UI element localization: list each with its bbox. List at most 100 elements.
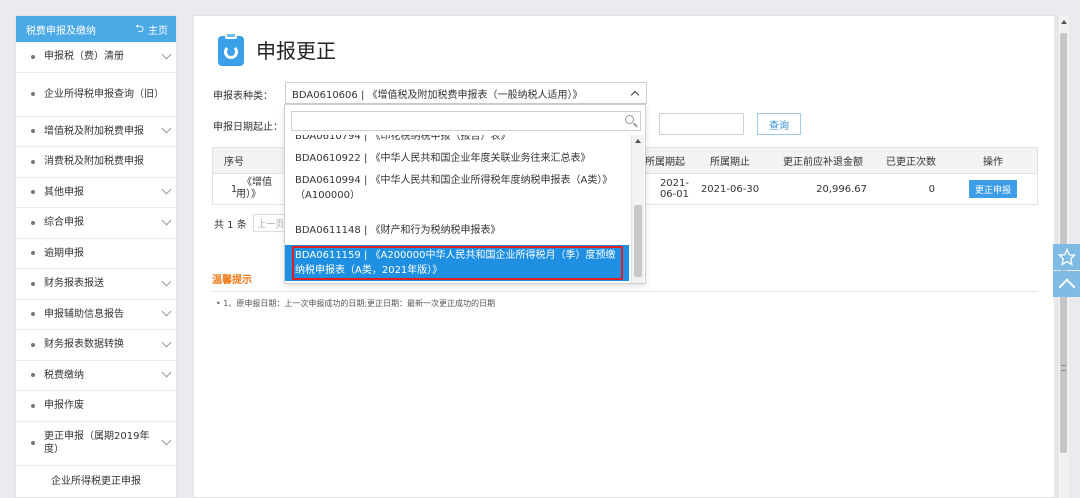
page-title: 申报更正 [256, 38, 336, 63]
tips-item-text: 1、原申报日期：上一次申报成功的日期;更正日期：最新一次更正成功的日期 [223, 299, 496, 308]
row-name-fragment-1: 《增值 [242, 177, 272, 188]
sidebar-item-declare-list[interactable]: 申报税（费）清册 [16, 42, 176, 73]
chevron-down-icon [161, 49, 172, 60]
date-end-input[interactable] [659, 113, 744, 135]
bullet-icon [31, 281, 35, 286]
sidebar-header: 税费申报及缴纳 ⮌ 主页 [16, 16, 176, 42]
sidebar-item-aux-info[interactable]: 申报辅助信息报告 [16, 300, 176, 330]
chevron-down-icon [161, 367, 172, 378]
tips-item: • 1、原申报日期：上一次申报成功的日期;更正日期：最新一次更正成功的日期 [216, 299, 496, 308]
favorite-button[interactable] [1053, 244, 1080, 270]
bullet-icon [31, 342, 35, 347]
bullet-icon [31, 129, 35, 134]
tips-title: 温馨提示 [212, 275, 252, 286]
row-count: 0 [928, 183, 935, 195]
bullet-icon [31, 373, 35, 378]
bullet-icon [31, 92, 35, 96]
back-arrow-icon: ⮌ [135, 21, 144, 35]
dropdown-options: BDA0610794 | 《印花税纳税申报（报告）表》 BDA0610922 |… [285, 135, 631, 283]
chevron-down-icon [161, 184, 172, 195]
sidebar-item-financial-report[interactable]: 财务报表报送 [16, 269, 176, 300]
sidebar-item-other[interactable]: 其他申报 [16, 178, 176, 208]
declaration-type-select[interactable]: BDA0610606 | 《增值税及附加税费申报表（一般纳税人适用）》 [285, 82, 647, 104]
dropdown-search-input[interactable] [291, 111, 641, 131]
row-period-start: 2021-06-01 [659, 178, 689, 200]
chevron-down-icon [161, 215, 172, 226]
type-selected-value: BDA0610606 | 《增值税及附加税费申报表（一般纳税人适用）》 [292, 89, 583, 101]
col-period-start: 所属期起 [645, 157, 685, 168]
sidebar-item-label: 增值税及附加税费申报 [44, 125, 144, 137]
col-amount: 更正前应补退金额 [783, 157, 863, 168]
date-label: 申报日期起止： [213, 122, 283, 133]
sidebar: 税费申报及缴纳 ⮌ 主页 申报税（费）清册 企业所得税申报查询（旧） 增值税及附… [15, 15, 177, 498]
sidebar-item-correction-2019[interactable]: 更正申报（属期2019年度） [16, 422, 176, 466]
chevron-down-icon [161, 276, 172, 287]
chevron-up-icon [1058, 278, 1075, 296]
bullet-icon [31, 251, 35, 256]
sidebar-item-label: 消费税及附加税费申报 [44, 156, 144, 168]
title-row: 申报更正 [216, 32, 336, 66]
scroll-thumb[interactable] [634, 205, 642, 277]
dropdown-scrollbar[interactable] [631, 135, 644, 283]
pager: 共 1 条 上一页 [214, 214, 289, 232]
sidebar-item-label: 申报作废 [44, 400, 84, 412]
pager-total: 共 1 条 [214, 219, 247, 231]
col-period-end: 所属期止 [710, 157, 750, 168]
bullet-icon [31, 403, 35, 408]
sidebar-item-data-convert[interactable]: 财务报表数据转换 [16, 330, 176, 361]
type-dropdown: BDA0610794 | 《印花税纳税申报（报告）表》 BDA0610922 |… [284, 104, 646, 284]
chevron-up-icon [630, 90, 640, 100]
correct-declaration-button[interactable]: 更正申报 [969, 180, 1017, 198]
bullet-icon [31, 54, 35, 59]
dropdown-option[interactable]: BDA0610994 | 《中华人民共和国企业所得税年度纳税申报表（A类）》（A… [285, 173, 625, 203]
search-icon [625, 115, 634, 124]
col-action: 操作 [983, 157, 1003, 168]
sidebar-item-void[interactable]: 申报作废 [16, 391, 176, 422]
home-link[interactable]: ⮌ 主页 [135, 20, 168, 39]
back-to-top-button[interactable] [1053, 271, 1080, 297]
chevron-down-icon [161, 306, 172, 317]
scroll-up-icon [1061, 20, 1067, 24]
tips-divider [212, 291, 1038, 292]
sidebar-item-cit-query[interactable]: 企业所得税申报查询（旧） [16, 73, 176, 117]
sidebar-item-tax-payment[interactable]: 税费缴纳 [16, 361, 176, 391]
sidebar-item-label: 综合申报 [44, 217, 84, 229]
sidebar-item-label: 企业所得税申报查询（旧） [44, 88, 164, 100]
bullet-icon [31, 441, 35, 445]
sidebar-item-label: 财务报表数据转换 [44, 339, 124, 351]
dropdown-option[interactable]: BDA0611148 | 《财产和行为税纳税申报表》 [285, 223, 631, 238]
query-button[interactable]: 查询 [757, 113, 801, 135]
star-icon [1057, 248, 1076, 266]
row-name-fragment-2: 用）》 [236, 189, 261, 200]
sidebar-item-label: 申报辅助信息报告 [44, 308, 124, 320]
highlight-box [292, 246, 623, 280]
bullet-icon [31, 312, 35, 317]
sidebar-item-label: 税费缴纳 [44, 369, 84, 381]
clipboard-refresh-icon [216, 32, 246, 66]
bullet-icon [31, 190, 35, 195]
col-index: 序号 [224, 157, 244, 168]
row-period-end: 2021-06-30 [700, 183, 760, 195]
row-amount: 20,996.67 [816, 183, 867, 195]
sidebar-item-vat[interactable]: 增值税及附加税费申报 [16, 117, 176, 147]
dropdown-option-selected[interactable]: BDA0611159 | 《A200000中华人民共和国企业所得税月（季）度预缴… [285, 245, 629, 281]
sidebar-item-label: 逾期申报 [44, 247, 84, 259]
scroll-grip-icon [1061, 365, 1066, 371]
bullet-icon [31, 159, 35, 164]
sidebar-item-label: 申报税（费）清册 [44, 51, 124, 63]
sidebar-title: 税费申报及缴纳 [26, 25, 96, 37]
chevron-down-icon [161, 435, 172, 446]
sidebar-item-comprehensive[interactable]: 综合申报 [16, 208, 176, 239]
page-scroll-thumb[interactable] [1060, 33, 1067, 453]
sidebar-subitem-cit-correction[interactable]: 企业所得税更正申报 [16, 465, 176, 494]
sidebar-item-consumption-tax[interactable]: 消费税及附加税费申报 [16, 147, 176, 178]
sidebar-item-label: 其他申报 [44, 186, 84, 198]
sidebar-item-overdue[interactable]: 逾期申报 [16, 239, 176, 269]
sidebar-item-label: 更正申报（属期2019年度） [44, 431, 150, 455]
bullet-icon [31, 220, 35, 225]
dropdown-option[interactable]: BDA0610922 | 《中华人民共和国企业年度关联业务往来汇总表》 [285, 151, 631, 166]
dropdown-option[interactable]: BDA0610794 | 《印花税纳税申报（报告）表》 [285, 135, 631, 144]
scroll-up-icon [635, 139, 641, 143]
chevron-down-icon [161, 123, 172, 134]
col-count: 已更正次数 [886, 157, 936, 168]
